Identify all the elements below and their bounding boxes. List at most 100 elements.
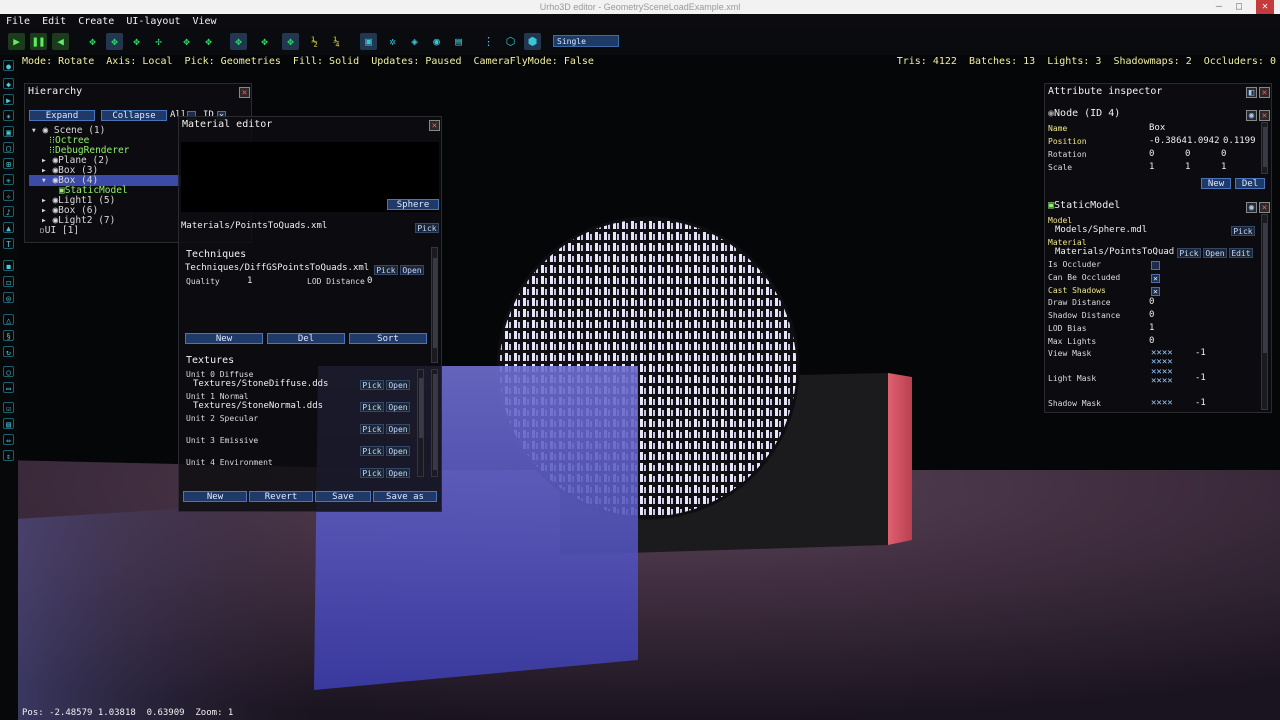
node-icon[interactable]: ●	[3, 60, 14, 71]
can-be-occluded-checkbox[interactable]: ✕	[1151, 274, 1160, 283]
snap-quarter-icon[interactable]: ¼	[328, 33, 345, 50]
material-open-button[interactable]: Open	[1203, 248, 1227, 258]
light-icon[interactable]: ✶	[3, 110, 14, 121]
is-occluder-checkbox[interactable]	[1151, 261, 1160, 270]
pick-geometry-icon[interactable]: ▣	[360, 33, 377, 50]
scene-icon[interactable]: ◆	[3, 78, 14, 89]
material-save-button[interactable]: Save	[315, 491, 371, 502]
technique-new-button[interactable]: New	[185, 333, 263, 344]
close-icon[interactable]: ✕	[1259, 87, 1270, 98]
name-value[interactable]: Box	[1149, 123, 1165, 133]
menu-file[interactable]: File	[0, 14, 36, 29]
axis-world-icon[interactable]: ✥	[178, 33, 195, 50]
rotate-icon[interactable]: ✥	[106, 33, 123, 50]
fill-solid-icon[interactable]: ⬢	[524, 33, 541, 50]
unit-0-open-button[interactable]: Open	[386, 380, 410, 390]
view-mask-value[interactable]: -1	[1195, 348, 1206, 358]
close-icon[interactable]: ✕	[239, 87, 250, 98]
scrollbar-element-icon[interactable]: ⇕	[3, 450, 14, 461]
material-pick-button[interactable]: Pick	[415, 223, 439, 233]
pause-icon[interactable]: ❚❚	[30, 33, 47, 50]
move-icon[interactable]: ✥	[84, 33, 101, 50]
play-icon[interactable]: ▶	[8, 33, 25, 50]
menu-view[interactable]: View	[187, 14, 223, 29]
pin-icon[interactable]: ◧	[1246, 87, 1257, 98]
menu-create[interactable]: Create	[72, 14, 120, 29]
close-icon[interactable]: ✕	[429, 120, 440, 131]
lod-distance-value[interactable]: 0	[367, 276, 372, 286]
snap-half-icon[interactable]: ½	[306, 33, 323, 50]
material-edit-button[interactable]: Edit	[1229, 248, 1253, 258]
maximize-button[interactable]: □	[1236, 0, 1242, 14]
button-element-icon[interactable]: ▭	[3, 382, 14, 393]
node-del-button[interactable]: Del	[1235, 178, 1265, 189]
collapse-button[interactable]: Collapse	[101, 110, 167, 121]
script-icon[interactable]: §	[3, 330, 14, 341]
view-mask-bits[interactable]: ✕✕✕✕ ✕✕✕✕	[1151, 349, 1173, 367]
menu-edit[interactable]: Edit	[36, 14, 72, 29]
material-new-button[interactable]: New	[183, 491, 247, 502]
material-scrollbar[interactable]	[431, 369, 438, 477]
pick-ui-icon[interactable]: ▤	[450, 33, 467, 50]
scale-z[interactable]: 1	[1221, 162, 1226, 172]
close-icon[interactable]: ✕	[1259, 202, 1270, 213]
cast-shadows-checkbox[interactable]: ✕	[1151, 287, 1160, 296]
close-icon[interactable]: ✕	[1259, 110, 1270, 121]
fill-wireframe-icon[interactable]: ⬡	[502, 33, 519, 50]
unit-3-pick-button[interactable]: Pick	[360, 446, 384, 456]
lod-bias-value[interactable]: 1	[1149, 323, 1154, 333]
pick-lights-icon[interactable]: ✲	[384, 33, 401, 50]
material-pick-button[interactable]: Pick	[1177, 248, 1201, 258]
model-icon[interactable]: ▣	[3, 126, 14, 137]
rotation-y[interactable]: 0	[1185, 149, 1190, 159]
select-icon[interactable]: ✢	[150, 33, 167, 50]
snap-move-icon[interactable]: ✥	[230, 33, 247, 50]
unit-0-pick-button[interactable]: Pick	[360, 380, 384, 390]
snap-scale-icon[interactable]: ✥	[282, 33, 299, 50]
light-mask-bits[interactable]: ✕✕✕✕ ✕✕✕✕	[1151, 368, 1173, 386]
preview-shape-select[interactable]: Sphere	[387, 199, 439, 210]
rewind-icon[interactable]: ◀	[52, 33, 69, 50]
pick-rigidbodies-icon[interactable]: ◉	[428, 33, 445, 50]
constraint-icon[interactable]: ◎	[3, 292, 14, 303]
unit-1-open-button[interactable]: Open	[386, 402, 410, 412]
unit-4-pick-button[interactable]: Pick	[360, 468, 384, 478]
animation-icon[interactable]: ↻	[3, 346, 14, 357]
ui-element-icon[interactable]: ○	[3, 366, 14, 377]
position-z[interactable]: 0.1199	[1223, 136, 1256, 146]
terrain-icon[interactable]: ▲	[3, 222, 14, 233]
position-y[interactable]: 1.0942	[1187, 136, 1220, 146]
zone-icon[interactable]: ▢	[3, 142, 14, 153]
shadow-mask-bits[interactable]: ✕✕✕✕	[1151, 399, 1173, 408]
staticmodel-scrollbar[interactable]	[1261, 214, 1268, 410]
octree-icon[interactable]: ⊞	[3, 158, 14, 169]
snap-rotate-icon[interactable]: ✥	[256, 33, 273, 50]
techniques-scrollbar[interactable]	[431, 247, 438, 363]
reset-icon[interactable]: ◉	[1246, 202, 1257, 213]
material-save-as-button[interactable]: Save as	[373, 491, 437, 502]
technique-sort-button[interactable]: Sort	[349, 333, 427, 344]
scale-y[interactable]: 1	[1185, 162, 1190, 172]
textures-scrollbar[interactable]	[417, 369, 424, 477]
tree-node-ui[interactable]: ▫UI [1]	[39, 225, 79, 236]
technique-del-button[interactable]: Del	[267, 333, 345, 344]
rotation-z[interactable]: 0	[1221, 149, 1226, 159]
shadow-mask-value[interactable]: -1	[1195, 398, 1206, 408]
model-value[interactable]: Models/Sphere.mdl	[1055, 225, 1147, 235]
axis-local-icon[interactable]: ✥	[200, 33, 217, 50]
unit-1-pick-button[interactable]: Pick	[360, 402, 384, 412]
material-revert-button[interactable]: Revert	[249, 491, 313, 502]
technique-open-button[interactable]: Open	[400, 265, 424, 275]
collision-icon[interactable]: ◻	[3, 276, 14, 287]
unit-2-open-button[interactable]: Open	[386, 424, 410, 434]
light-mask-value[interactable]: -1	[1195, 373, 1206, 383]
pick-zones-icon[interactable]: ◈	[406, 33, 423, 50]
technique-pick-button[interactable]: Pick	[374, 265, 398, 275]
unit-4-open-button[interactable]: Open	[386, 468, 410, 478]
model-pick-button[interactable]: Pick	[1231, 226, 1255, 236]
billboard-icon[interactable]: ✧	[3, 190, 14, 201]
minimize-button[interactable]: –	[1216, 0, 1222, 14]
text-icon[interactable]: T	[3, 238, 14, 249]
shadow-distance-value[interactable]: 0	[1149, 310, 1154, 320]
navmesh-icon[interactable]: △	[3, 314, 14, 325]
